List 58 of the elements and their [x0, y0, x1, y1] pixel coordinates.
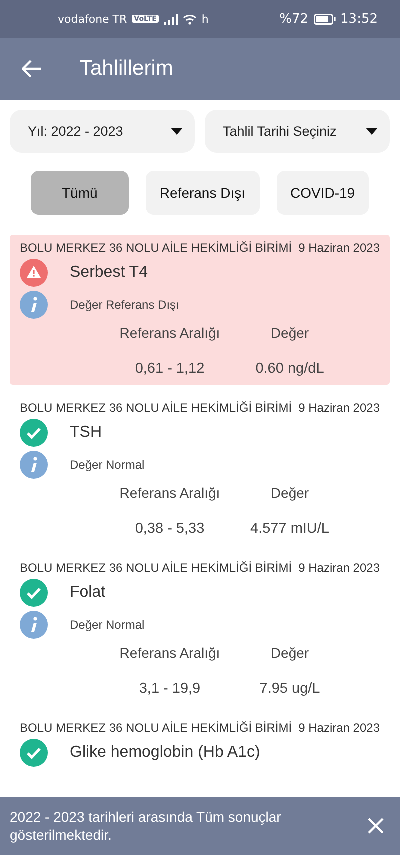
result-date: 9 Haziran 2023 — [298, 401, 380, 415]
carrier-name: vodafone TR — [58, 12, 128, 26]
column-label: Referans Aralığı — [118, 325, 222, 341]
result-status: Değer Normal — [70, 458, 145, 472]
column-label: Referans Aralığı — [118, 645, 222, 661]
wifi-icon — [182, 14, 197, 24]
signal-icon — [164, 14, 178, 24]
warning-icon — [20, 259, 48, 287]
result-status: Değer Referans Dışı — [70, 298, 180, 312]
checkmark-icon — [20, 579, 48, 607]
column-label: Değer — [270, 325, 310, 341]
battery-icon — [314, 14, 336, 24]
info-icon — [20, 611, 48, 639]
result-card[interactable]: BOLU MERKEZ 36 NOLU AİLE HEKİMLİĞİ BİRİMİ 9 Haziran 2023 Glike hemoglobin (Hb A1c) — [10, 715, 390, 775]
result-value: 0.60 ng/dL — [254, 361, 326, 377]
year-dropdown[interactable]: Yıl: 2022 - 2023 — [10, 110, 195, 153]
back-arrow-icon — [22, 60, 42, 78]
info-icon — [20, 291, 48, 319]
test-name: Serbest T4 — [70, 264, 148, 282]
result-date: 9 Haziran 2023 — [298, 241, 380, 255]
filter-tab[interactable]: Referans Dışı — [146, 171, 260, 215]
column-label: Referans Aralığı — [118, 485, 222, 501]
result-card[interactable]: BOLU MERKEZ 36 NOLU AİLE HEKİMLİĞİ BİRİMİ 9 Haziran 2023 Folat Değer Normal Referans Aralığı Değer 3,1 - 19,9 7.95 ug/L — [10, 555, 390, 705]
back-button[interactable] — [20, 58, 44, 80]
reference-range: 3,1 - 19,9 — [138, 681, 202, 697]
result-status: Değer Normal — [70, 618, 145, 632]
clock: 13:52 — [340, 12, 378, 26]
network-type: h — [202, 12, 209, 26]
close-button[interactable] — [366, 816, 386, 836]
column-label: Değer — [270, 645, 310, 661]
result-card[interactable]: BOLU MERKEZ 36 NOLU AİLE HEKİMLİĞİ BİRİMİ 9 Haziran 2023 TSH Değer Normal Referans Aralığı Değer 0,38 - 5,33 4.577 mIU/L — [10, 395, 390, 545]
result-date: 9 Haziran 2023 — [298, 721, 380, 735]
result-card[interactable]: BOLU MERKEZ 36 NOLU AİLE HEKİMLİĞİ BİRİMİ 9 Haziran 2023 Serbest T4 Değer Referans Dışı Referans Aralığı Değer 0,61 - 1,12 0.60 ng/dL — [10, 235, 390, 385]
reference-range: 0,38 - 5,33 — [134, 521, 206, 537]
test-name: TSH — [70, 424, 102, 442]
test-name: Folat — [70, 584, 106, 602]
result-value: 7.95 ug/L — [258, 681, 322, 697]
facility-name: BOLU MERKEZ 36 NOLU AİLE HEKİMLİĞİ BİRİMİ — [20, 241, 292, 255]
filter-tab[interactable]: COVID-19 — [276, 171, 370, 215]
info-icon — [20, 451, 48, 479]
date-dropdown[interactable]: Tahlil Tarihi Seçiniz — [205, 110, 390, 153]
facility-name: BOLU MERKEZ 36 NOLU AİLE HEKİMLİĞİ BİRİMİ — [20, 401, 292, 415]
facility-name: BOLU MERKEZ 36 NOLU AİLE HEKİMLİĞİ BİRİMİ — [20, 561, 292, 575]
reference-range: 0,61 - 1,12 — [134, 361, 206, 377]
close-icon — [368, 818, 384, 834]
result-value: 4.577 mIU/L — [250, 521, 330, 537]
test-name: Glike hemoglobin (Hb A1c) — [70, 744, 260, 762]
checkmark-icon — [20, 419, 48, 447]
filter-tab[interactable]: Tümü — [30, 171, 129, 215]
screen-title: Tahlillerim — [80, 57, 174, 81]
result-date: 9 Haziran 2023 — [298, 561, 380, 575]
column-label: Değer — [270, 485, 310, 501]
facility-name: BOLU MERKEZ 36 NOLU AİLE HEKİMLİĞİ BİRİMİ — [20, 721, 292, 735]
battery-percent: %72 — [280, 12, 309, 26]
checkmark-icon — [20, 739, 48, 767]
snackbar-message: 2022 - 2023 tarihleri arasında Tüm sonuçlar gösterilmektedir. — [10, 808, 282, 844]
dropdown-caret-icon — [366, 128, 378, 135]
dropdown-caret-icon — [171, 128, 183, 135]
